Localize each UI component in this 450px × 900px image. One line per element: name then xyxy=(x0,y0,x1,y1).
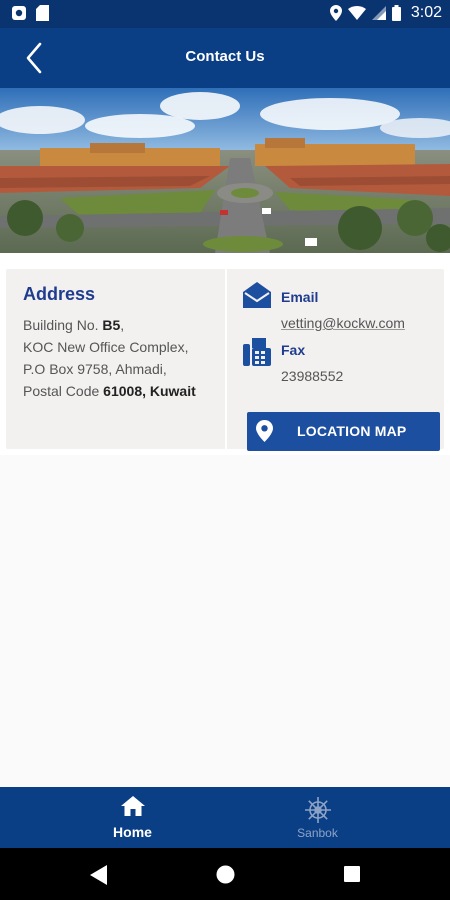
address-line-3: P.O Box 9758, Ahmadi, xyxy=(23,361,167,377)
wifi-icon xyxy=(347,6,366,20)
location-status-icon xyxy=(329,5,342,21)
system-home-icon[interactable] xyxy=(216,865,235,884)
building-number: B5 xyxy=(102,317,121,333)
card-divider xyxy=(225,269,227,449)
signal-icon xyxy=(371,6,386,20)
sd-card-icon xyxy=(36,5,49,21)
address-heading: Address xyxy=(23,284,96,304)
hero-image xyxy=(0,88,450,253)
envelope-icon xyxy=(243,282,271,308)
fax-number: 23988552 xyxy=(281,368,344,384)
contact-card: Address Building No. B5, KOC New Office … xyxy=(6,269,444,451)
email-label: Email xyxy=(281,289,319,305)
address-line-1: Building No. B5, xyxy=(23,317,124,333)
nav-item-sanbok[interactable]: Sanbok xyxy=(205,787,430,848)
bottom-nav: Home Sanbok xyxy=(0,787,450,848)
email-link[interactable]: vetting@kockw.com xyxy=(281,315,405,331)
home-icon xyxy=(120,796,145,816)
address-line-4: Postal Code 61008, Kuwait xyxy=(23,383,196,399)
nav-label-sanbok: Sanbok xyxy=(297,826,338,840)
battery-icon xyxy=(391,5,401,21)
status-time: 3:02 xyxy=(410,4,442,21)
page-title: Contact Us xyxy=(185,48,265,65)
system-back-icon[interactable] xyxy=(90,865,108,885)
location-map-button[interactable]: LOCATION MAP xyxy=(247,412,440,451)
fax-icon xyxy=(243,338,271,366)
address-line-1-suffix: , xyxy=(120,317,125,333)
status-bar: 3:02 xyxy=(0,0,450,28)
contact-section: Address Building No. B5, KOC New Office … xyxy=(0,253,450,455)
ship-wheel-icon xyxy=(304,797,331,823)
location-map-label: LOCATION MAP xyxy=(297,423,407,439)
app-bar: Contact Us xyxy=(0,28,450,88)
address-line-2: KOC New Office Complex, xyxy=(23,339,189,355)
system-recents-icon[interactable] xyxy=(344,866,360,882)
address-line-4-prefix: Postal Code xyxy=(23,383,104,399)
system-nav-bar xyxy=(0,848,450,900)
postal-code: 61008, Kuwait xyxy=(103,383,196,399)
map-pin-icon xyxy=(256,420,273,442)
address-line-1-prefix: Building No. xyxy=(23,317,103,333)
notification-app-icon xyxy=(12,6,26,20)
fax-label: Fax xyxy=(281,342,306,358)
